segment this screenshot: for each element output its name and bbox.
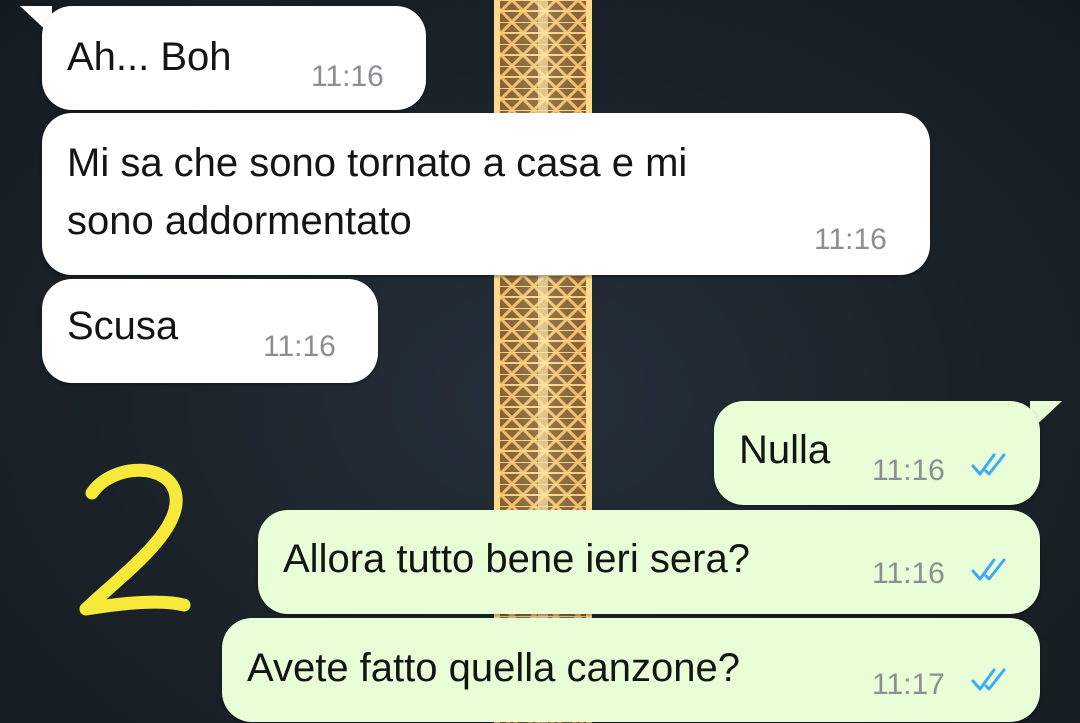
message-time: 11:17 [872, 668, 945, 701]
double-check-icon [971, 668, 1006, 691]
message-text: Ah... Boh [67, 35, 232, 79]
message-time: 11:16 [263, 330, 336, 363]
message-bubble[interactable]: Scusa 11:16 [42, 279, 378, 383]
message-bubble[interactable]: Ah... Boh 11:16 [42, 6, 426, 110]
message-text: Scusa [67, 304, 179, 348]
message-bubble[interactable]: Avete fatto quella canzone? 11:17 [222, 618, 1040, 722]
message-time: 11:16 [311, 60, 384, 93]
message-text: Avete fatto quella canzone? [247, 646, 740, 690]
message-time: 11:16 [872, 557, 945, 590]
message-bubble[interactable]: Mi sa che sono tornato a casa e mi sono … [42, 113, 930, 275]
message-bubble[interactable]: Allora tutto bene ieri sera? 11:16 [258, 510, 1040, 614]
message-text: Allora tutto bene ieri sera? [283, 537, 750, 581]
chat-view: Ah... Boh 11:16 Mi sa che sono tornato a… [0, 0, 1080, 723]
handwritten-number-annotation [79, 463, 191, 616]
double-check-icon [971, 453, 1006, 476]
message-time: 11:16 [814, 223, 887, 256]
double-check-icon [971, 558, 1006, 581]
message-bubble[interactable]: Nulla 11:16 [714, 401, 1040, 505]
message-text: Mi sa che sono tornato a casa e mi sono … [67, 141, 688, 243]
message-time: 11:16 [872, 454, 945, 487]
message-text: Nulla [739, 428, 831, 472]
tower-wallpaper-image [494, 0, 592, 723]
